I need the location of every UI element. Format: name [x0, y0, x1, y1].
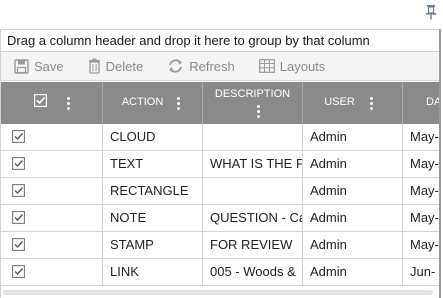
- table-row[interactable]: STAMP FOR REVIEW Admin May-: [1, 232, 439, 259]
- cell-date[interactable]: May-: [403, 178, 439, 204]
- column-header-user[interactable]: USER: [303, 82, 403, 124]
- cell-date[interactable]: May-: [403, 151, 439, 177]
- select-all-checkbox[interactable]: [34, 94, 47, 107]
- cell-description[interactable]: QUESTION - Ca: [203, 205, 303, 231]
- column-menu-icon[interactable]: [370, 97, 373, 112]
- cell-action[interactable]: NOTE: [103, 205, 203, 231]
- column-header-action[interactable]: ACTION: [103, 82, 203, 124]
- layouts-button[interactable]: Layouts: [258, 58, 326, 74]
- delete-button[interactable]: Delete: [88, 58, 144, 74]
- data-grid: ACTION DESCRIPTION USER DA CLOUD Admin May…: [1, 82, 441, 286]
- table-row[interactable]: CLOUD Admin May-: [1, 124, 439, 151]
- column-label-user: USER: [324, 96, 355, 108]
- row-select-cell[interactable]: [1, 259, 103, 285]
- cell-user[interactable]: Admin: [303, 178, 403, 204]
- row-select-cell[interactable]: [1, 124, 103, 150]
- delete-label: Delete: [105, 58, 144, 74]
- refresh-icon: [169, 59, 183, 73]
- grid-header: ACTION DESCRIPTION USER DA: [1, 82, 441, 124]
- cell-description[interactable]: [203, 124, 303, 150]
- cell-description[interactable]: 005 - Woods &: [203, 259, 303, 285]
- row-select-cell[interactable]: [1, 151, 103, 177]
- table-row[interactable]: RECTANGLE Admin May-: [1, 178, 439, 205]
- row-checkbox[interactable]: [12, 157, 25, 171]
- row-select-cell[interactable]: [1, 205, 103, 231]
- layouts-label: Layouts: [279, 58, 326, 74]
- cell-date[interactable]: Jun-: [403, 259, 439, 285]
- column-menu-icon[interactable]: [177, 97, 180, 112]
- group-by-hint: Drag a column header and drop it here to…: [7, 33, 370, 48]
- cell-action[interactable]: RECTANGLE: [103, 178, 203, 204]
- row-select-cell[interactable]: [1, 178, 103, 204]
- row-checkbox[interactable]: [12, 130, 25, 144]
- toolbar: Save Delete Refresh Layouts: [1, 52, 439, 81]
- horizontal-scrollbar[interactable]: [1, 288, 439, 298]
- column-header-date[interactable]: DA: [403, 82, 441, 124]
- column-label-action: ACTION: [121, 96, 164, 108]
- save-button[interactable]: Save: [14, 59, 64, 74]
- table-row[interactable]: TEXT WHAT IS THE PA Admin May-: [1, 151, 439, 178]
- table-row[interactable]: LINK 005 - Woods & Admin Jun-: [1, 259, 439, 286]
- cell-description[interactable]: [203, 178, 303, 204]
- table-row[interactable]: NOTE QUESTION - Ca Admin May-: [1, 205, 439, 232]
- grid-body: CLOUD Admin May- TEXT WHAT IS THE PA Admin May…: [1, 124, 439, 286]
- grid-layout-icon: [258, 59, 275, 73]
- cell-action[interactable]: TEXT: [103, 151, 203, 177]
- cell-action[interactable]: CLOUD: [103, 124, 203, 150]
- cell-user[interactable]: Admin: [303, 259, 403, 285]
- grid-panel: Drag a column header and drop it here to…: [0, 29, 441, 298]
- cell-description[interactable]: FOR REVIEW: [203, 232, 303, 258]
- cell-action[interactable]: STAMP: [103, 232, 203, 258]
- cell-date[interactable]: May-: [403, 124, 439, 150]
- refresh-label: Refresh: [189, 58, 235, 74]
- cell-description[interactable]: WHAT IS THE PA: [203, 151, 303, 177]
- cell-date[interactable]: May-: [403, 232, 439, 258]
- row-select-cell[interactable]: [1, 232, 103, 258]
- trash-icon: [88, 58, 100, 74]
- save-icon: [14, 58, 29, 74]
- cell-user[interactable]: Admin: [303, 151, 403, 177]
- refresh-button[interactable]: Refresh: [167, 58, 235, 74]
- cell-user[interactable]: Admin: [303, 205, 403, 231]
- save-label: Save: [34, 58, 64, 74]
- column-menu-icon[interactable]: [67, 97, 70, 112]
- cell-date[interactable]: May-: [403, 205, 439, 231]
- row-checkbox[interactable]: [12, 238, 25, 252]
- row-checkbox[interactable]: [12, 265, 25, 279]
- column-menu-icon[interactable]: [257, 105, 260, 120]
- row-checkbox[interactable]: [12, 184, 25, 198]
- column-label-date: DA: [426, 96, 441, 108]
- row-checkbox[interactable]: [12, 211, 25, 225]
- cell-user[interactable]: Admin: [303, 232, 403, 258]
- group-by-panel[interactable]: Drag a column header and drop it here to…: [1, 29, 439, 52]
- cell-user[interactable]: Admin: [303, 124, 403, 150]
- title-bar: [0, 0, 443, 29]
- pin-icon[interactable]: [424, 4, 438, 20]
- cell-action[interactable]: LINK: [103, 259, 203, 285]
- scrollbar-thumb[interactable]: [3, 290, 433, 295]
